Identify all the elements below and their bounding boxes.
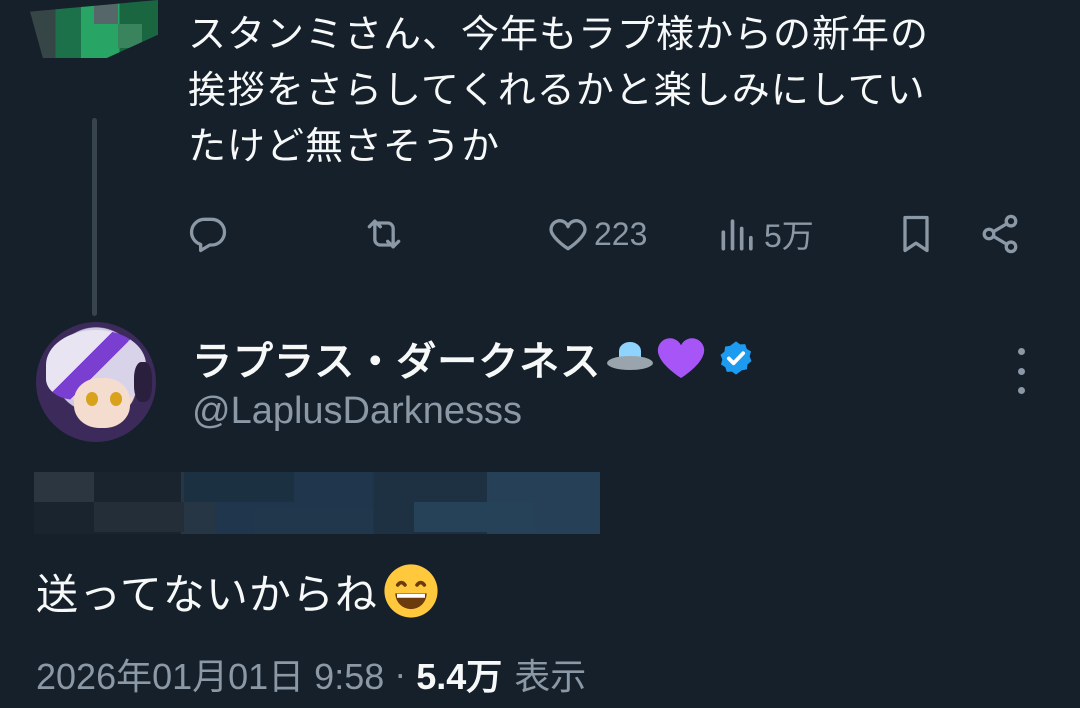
verified-badge-icon — [720, 341, 752, 375]
reply-icon — [189, 217, 227, 253]
views-count: 5万 — [764, 218, 814, 254]
reply-tweet-text: 送ってないからね — [36, 569, 378, 619]
reply-text-row: 送ってないからね — [36, 558, 440, 624]
bookmark-button[interactable] — [894, 206, 938, 262]
redacted-replying-to — [34, 472, 600, 534]
meta-separator: · — [394, 653, 407, 694]
share-button[interactable] — [978, 206, 1022, 262]
more-options-icon[interactable] — [1008, 348, 1034, 394]
bar-chart-icon — [721, 219, 753, 251]
like-count: 223 — [594, 215, 648, 252]
tweet-detail-page: スタンミさん、今年もラプ様からの新年の 挨拶をさらしてくれるかと楽しみにしてい … — [0, 0, 1080, 708]
retweet-icon — [367, 219, 401, 249]
thread-connector-line — [92, 118, 97, 316]
grinning-face-emoji — [384, 564, 438, 618]
ufo-emoji — [605, 338, 655, 378]
purple-heart-emoji — [658, 338, 705, 378]
bookmark-icon — [903, 215, 929, 253]
display-name: ラプラス・ダークネス — [192, 339, 602, 385]
parent-avatar-pixelated[interactable] — [30, 0, 158, 58]
parent-tweet-text: スタンミさん、今年もラプ様からの新年の 挨拶をさらしてくれるかと楽しみにしてい … — [188, 12, 930, 168]
retweet-button[interactable] — [362, 206, 406, 262]
parent-tweet-action-bar: 223 5万 — [186, 206, 1026, 262]
views-button[interactable]: 5万 — [716, 206, 814, 262]
tweet-view-count: 5.4万 — [416, 656, 503, 697]
reply-author-avatar[interactable] — [36, 322, 156, 442]
reply-display-name-row[interactable]: ラプラス・ダークネス — [192, 330, 755, 386]
share-icon — [982, 214, 1018, 254]
like-button[interactable]: 223 — [546, 206, 647, 262]
reply-button[interactable] — [186, 206, 230, 262]
reply-handle[interactable]: @LaplusDarknesss — [192, 386, 522, 436]
tweet-meta-row: 2026年01月01日 9:58 · 5.4万 表示 — [36, 646, 586, 702]
heart-outline-icon — [549, 219, 587, 251]
tweet-timestamp[interactable]: 2026年01月01日 9:58 — [36, 648, 384, 700]
tweet-view-label: 表示 — [514, 656, 587, 697]
